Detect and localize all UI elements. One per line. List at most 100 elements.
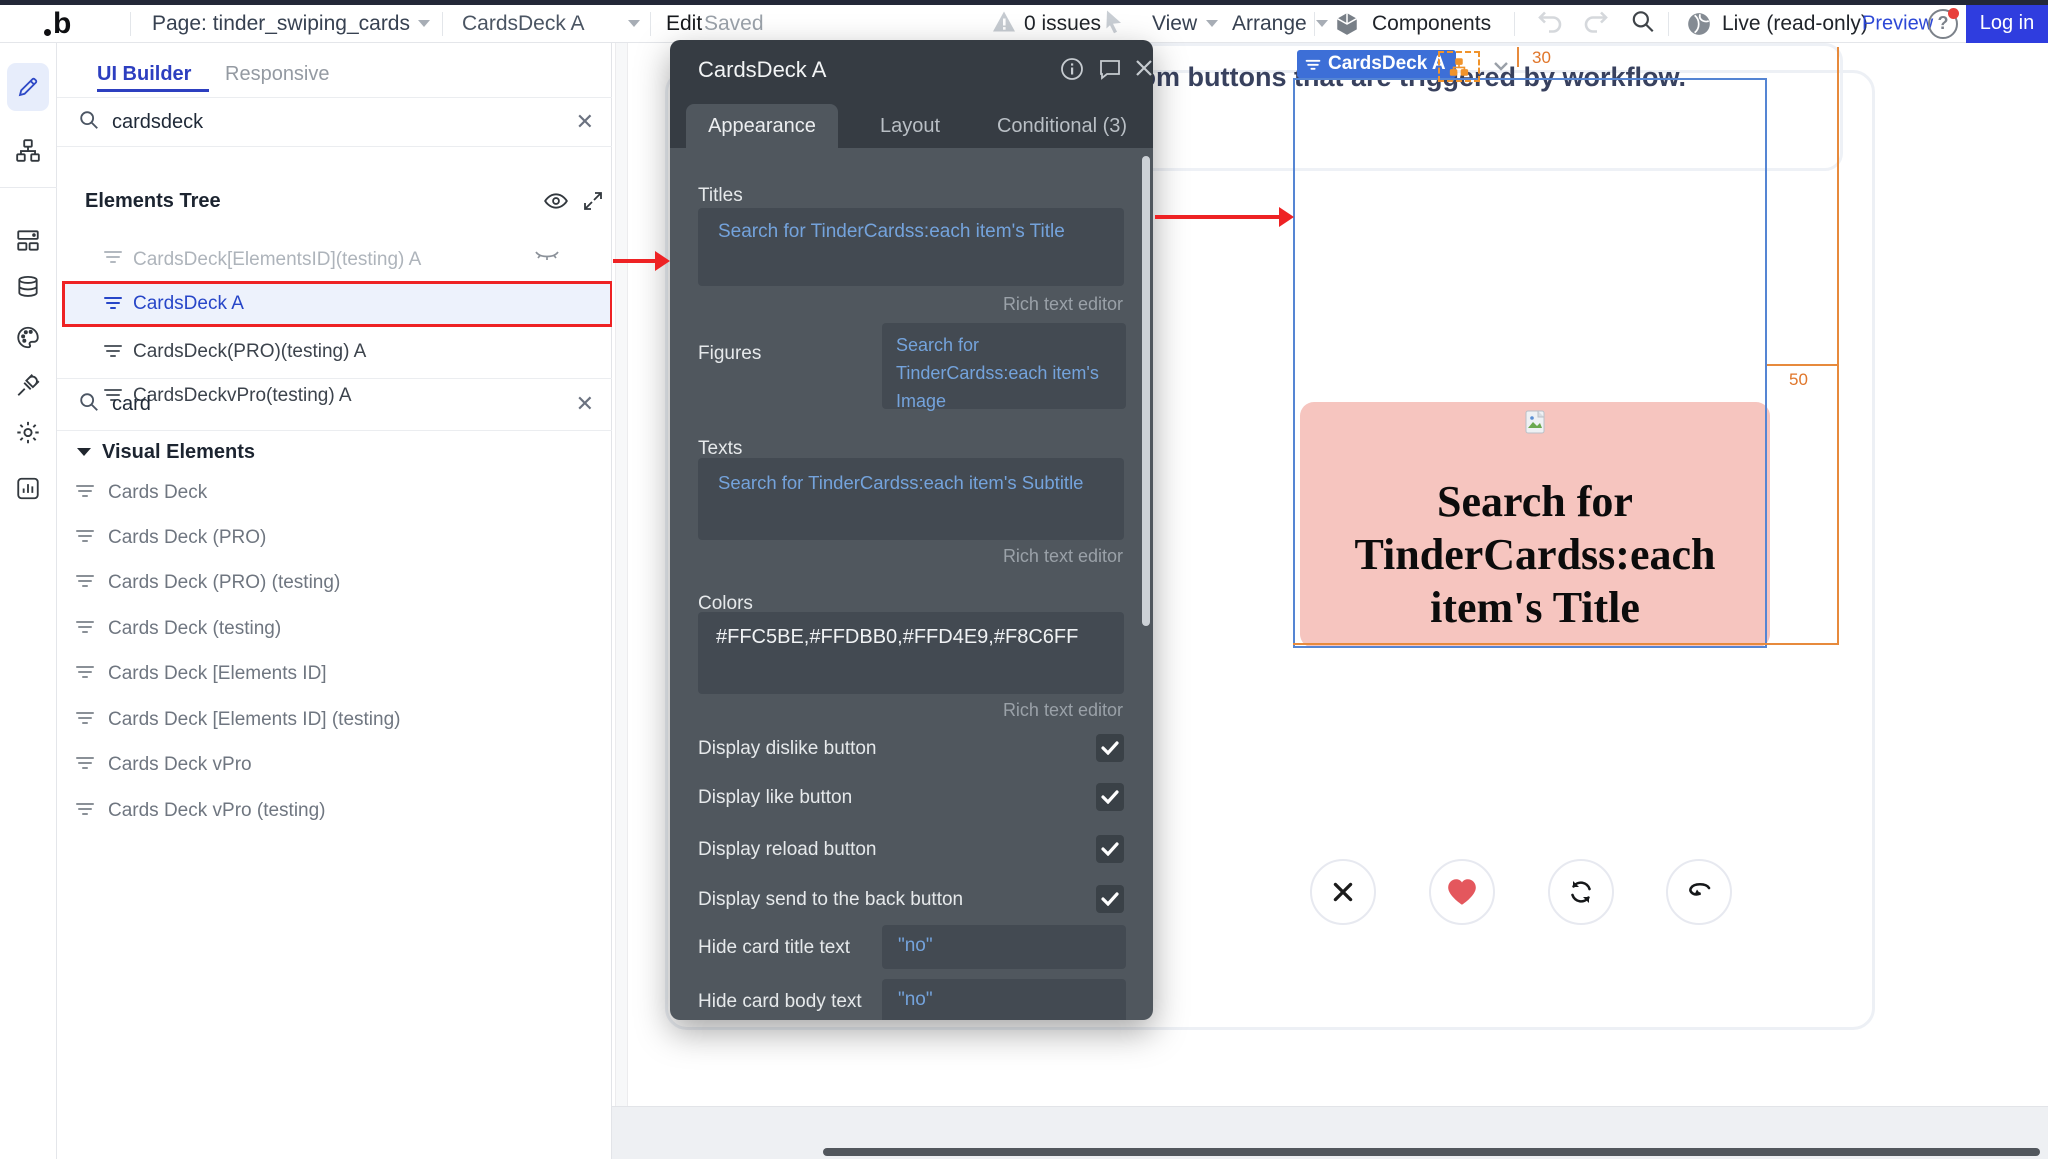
send-to-back-button[interactable] — [1666, 859, 1732, 925]
display-send-back-checkbox[interactable] — [1096, 885, 1124, 913]
like-button[interactable] — [1429, 859, 1495, 925]
display-dislike-checkbox[interactable] — [1096, 734, 1124, 762]
separator — [1314, 12, 1315, 36]
texts-label: Texts — [698, 438, 742, 460]
cards-deck-icon — [103, 246, 123, 271]
chevron-down-icon[interactable] — [1494, 59, 1508, 77]
palette-item[interactable]: Cards Deck [Elements ID] (testing) — [57, 697, 612, 742]
tab-ui-builder[interactable]: UI Builder — [97, 63, 191, 86]
bubble-editor: b Page: tinder_swiping_cards CardsDeck A… — [0, 0, 2048, 1159]
info-icon[interactable] — [1060, 57, 1084, 86]
tab-appearance[interactable]: Appearance — [686, 104, 838, 148]
palette-item[interactable]: Cards Deck vPro (testing) — [57, 788, 612, 833]
styles-tab-icon[interactable] — [15, 325, 41, 356]
rich-text-editor-hint[interactable]: Rich text editor — [1003, 294, 1123, 315]
section-collapse-icon — [77, 448, 91, 456]
components-menu[interactable]: Components — [1334, 11, 1491, 37]
elements-search-input[interactable] — [112, 111, 542, 134]
horizontal-scrollbar-thumb[interactable] — [823, 1148, 2040, 1156]
dislike-button[interactable] — [1310, 859, 1376, 925]
view-menu[interactable]: View — [1152, 12, 1218, 36]
clear-search-icon[interactable]: ✕ — [576, 109, 594, 135]
cards-deck-icon — [75, 480, 95, 505]
palette-item[interactable]: Cards Deck (testing) — [57, 606, 612, 651]
texts-value[interactable]: Search for TinderCardss:each item's Subt… — [718, 472, 1083, 493]
redo-icon[interactable] — [1582, 8, 1610, 39]
bubble-logo[interactable]: b — [44, 7, 71, 41]
hide-title-field[interactable]: "no" — [882, 925, 1126, 969]
dialog-header[interactable]: CardsDeck A Appearance Layout Conditiona… — [670, 40, 1153, 148]
measure-tick — [1517, 47, 1519, 67]
cards-deck-icon — [75, 570, 95, 595]
texts-field[interactable]: Search for TinderCardss:each item's Subt… — [698, 458, 1124, 540]
titles-field[interactable]: Search for TinderCardss:each item's Titl… — [698, 208, 1124, 286]
figures-value[interactable]: Search for TinderCardss:each item's Imag… — [896, 335, 1099, 411]
settings-tab-icon[interactable] — [15, 419, 42, 451]
panel-scrollbar[interactable] — [615, 43, 628, 1159]
palette-item[interactable]: Cards Deck (PRO) (testing) — [57, 560, 612, 605]
tab-conditional[interactable]: Conditional (3) — [978, 104, 1146, 148]
selected-element-badge[interactable]: CardsDeck A — [1297, 50, 1456, 78]
reload-button[interactable] — [1548, 859, 1614, 925]
login-button[interactable]: Log in — [1966, 5, 2048, 43]
workflow-tab-icon[interactable] — [15, 138, 41, 169]
checkbox-label: Display reload button — [698, 839, 877, 861]
property-editor-dialog[interactable]: CardsDeck A Appearance Layout Conditiona… — [670, 40, 1153, 1020]
rich-text-editor-hint[interactable]: Rich text editor — [1003, 546, 1123, 567]
spacing-value-right: 50 — [1789, 370, 1808, 390]
preview-button[interactable]: Preview — [1862, 12, 1933, 35]
clear-search-icon[interactable]: ✕ — [576, 391, 594, 417]
tree-row[interactable]: CardsDeck(PRO)(testing) A — [57, 330, 612, 374]
close-icon[interactable] — [1133, 57, 1155, 84]
undo-icon[interactable] — [1536, 8, 1564, 39]
help-icon[interactable]: ? — [1928, 9, 1958, 39]
workflow-chip[interactable] — [1438, 51, 1480, 82]
logs-tab-icon[interactable] — [15, 476, 41, 507]
page-dropdown[interactable]: Page: tinder_swiping_cards — [152, 12, 430, 36]
separator — [442, 12, 443, 36]
figures-field[interactable]: Search for TinderCardss:each item's Imag… — [882, 323, 1126, 409]
plugins-tab-icon[interactable] — [15, 373, 41, 404]
components-tab-icon[interactable] — [15, 228, 41, 259]
edit-menu[interactable]: Edit — [666, 12, 702, 36]
elements-search[interactable]: ✕ — [57, 98, 612, 146]
colors-value[interactable]: #FFC5BE,#FFDBB0,#FFD4E9,#F8C6FF — [716, 626, 1078, 648]
display-reload-checkbox[interactable] — [1096, 835, 1124, 863]
hide-body-value[interactable]: "no" — [898, 989, 933, 1010]
search-icon[interactable] — [1630, 8, 1656, 39]
dialog-scrollbar[interactable] — [1142, 156, 1150, 626]
tree-row-selected[interactable]: CardsDeck A — [62, 281, 613, 327]
issues-counter[interactable]: 0 issues — [1024, 12, 1101, 36]
check-icon — [1101, 790, 1119, 804]
environment-dropdown[interactable]: Live (read-only) — [1686, 11, 1868, 37]
colors-field[interactable]: #FFC5BE,#FFDBB0,#FFD4E9,#F8C6FF — [698, 612, 1124, 694]
cards-deck-icon — [75, 707, 95, 732]
palette-search-input[interactable] — [112, 393, 542, 416]
cards-deck-icon — [75, 661, 95, 686]
separator — [1668, 12, 1669, 36]
rich-text-editor-hint[interactable]: Rich text editor — [1003, 700, 1123, 721]
cursor-tool-icon[interactable] — [1103, 9, 1125, 38]
hide-title-value[interactable]: "no" — [898, 935, 933, 956]
data-tab-icon[interactable] — [15, 275, 41, 306]
tree-row-hidden[interactable]: CardsDeck[ElementsID](testing) A — [57, 193, 612, 277]
tab-responsive[interactable]: Responsive — [225, 63, 330, 86]
tab-layout[interactable]: Layout — [850, 104, 970, 148]
palette-item[interactable]: Cards Deck — [57, 470, 612, 515]
cards-deck-icon — [103, 292, 123, 317]
titles-label: Titles — [698, 185, 743, 207]
titles-value[interactable]: Search for TinderCardss:each item's Titl… — [718, 221, 1065, 242]
display-like-checkbox[interactable] — [1096, 783, 1124, 811]
visual-elements-section[interactable]: Visual Elements — [77, 431, 255, 473]
comment-icon[interactable] — [1098, 57, 1122, 86]
palette-item[interactable]: Cards Deck (PRO) — [57, 515, 612, 560]
cards-deck-icon — [75, 525, 95, 550]
element-dropdown[interactable]: CardsDeck A — [462, 12, 640, 36]
hide-body-field[interactable]: "no" — [882, 979, 1126, 1020]
design-tab-icon[interactable] — [7, 63, 49, 111]
palette-item[interactable]: Cards Deck [Elements ID] — [57, 651, 612, 696]
palette-search[interactable]: ✕ — [57, 379, 612, 429]
loop-arrow-icon — [1684, 880, 1714, 904]
hidden-eye-icon[interactable] — [534, 246, 560, 271]
palette-item[interactable]: Cards Deck vPro — [57, 742, 612, 787]
